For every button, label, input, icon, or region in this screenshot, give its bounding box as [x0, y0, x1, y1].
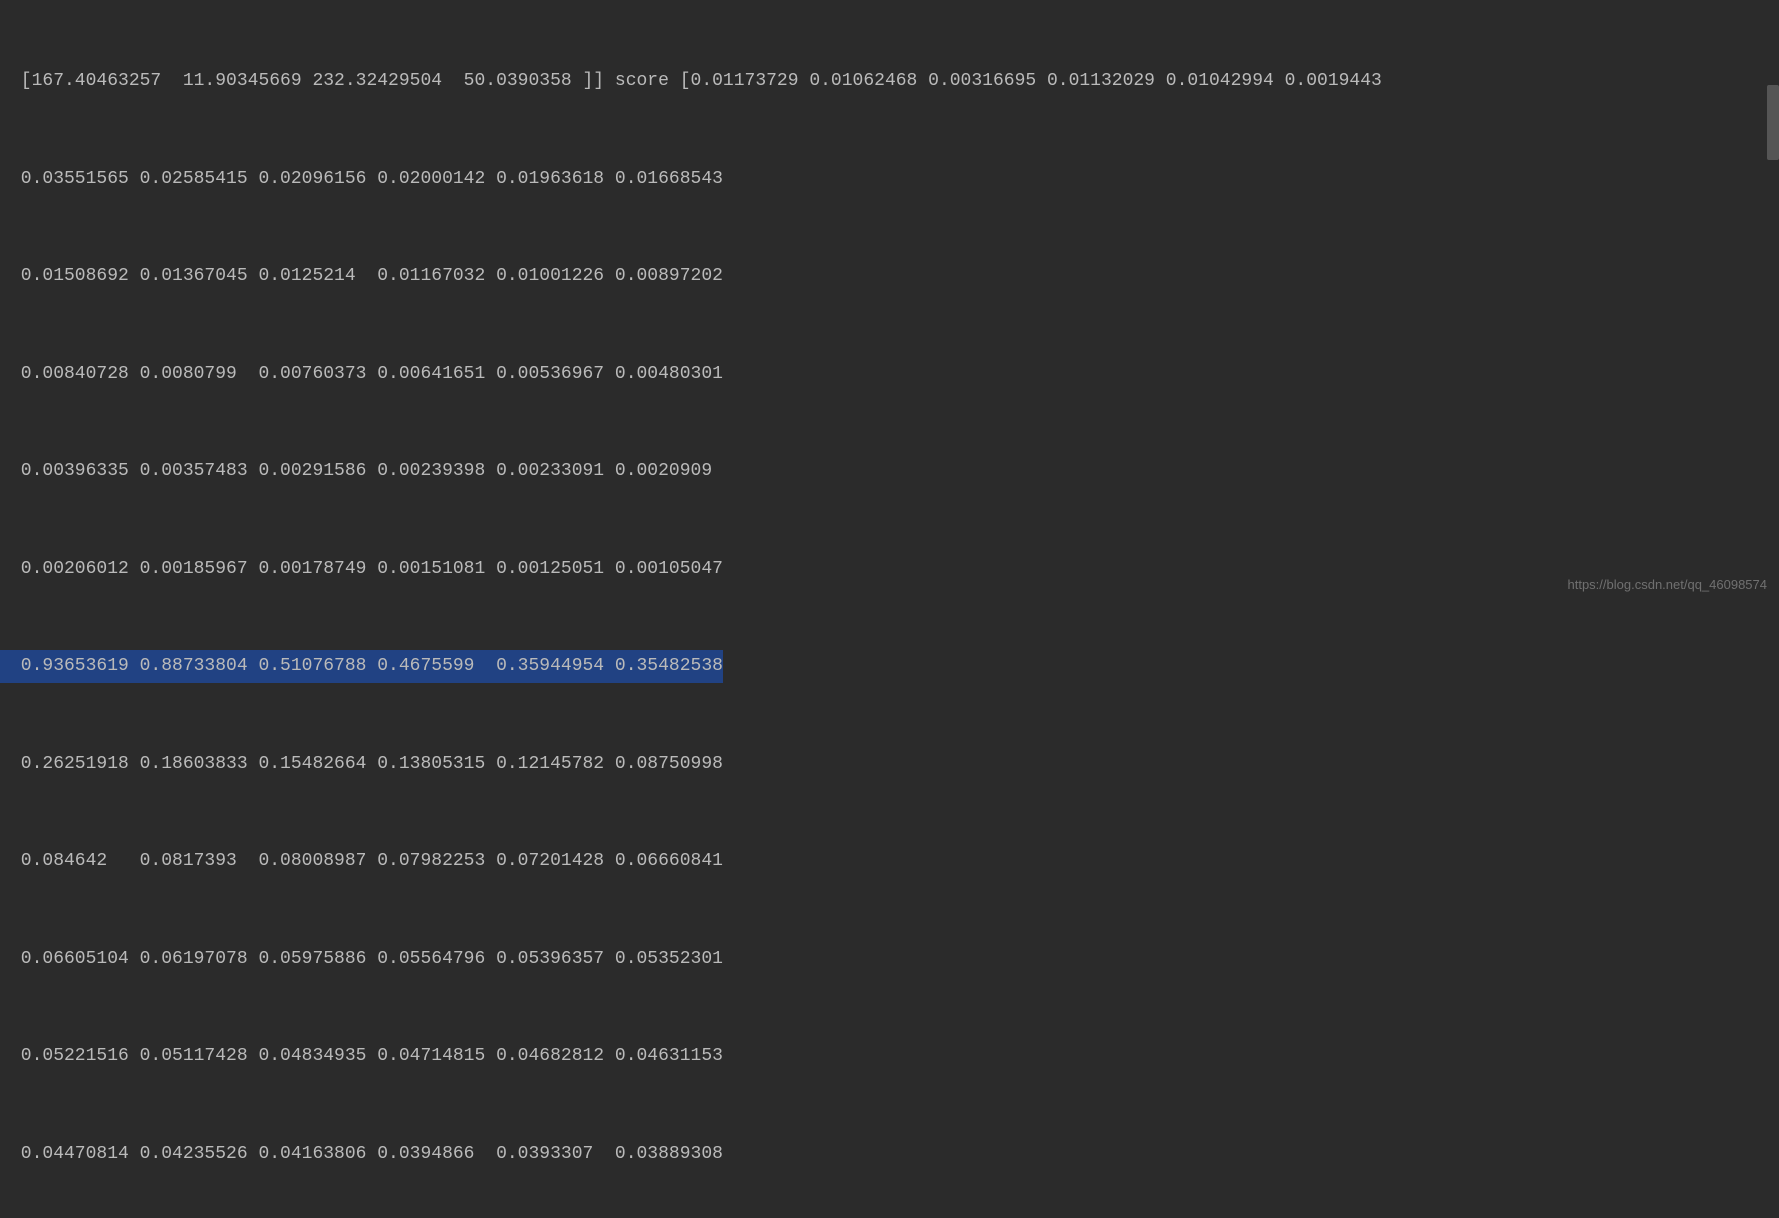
output-line: 0.00396335 0.00357483 0.00291586 0.00239… — [0, 455, 1779, 488]
output-line: 0.03551565 0.02585415 0.02096156 0.02000… — [0, 163, 1779, 196]
output-line: 0.26251918 0.18603833 0.15482664 0.13805… — [0, 748, 1779, 781]
scrollbar-thumb[interactable] — [1767, 85, 1779, 160]
output-line-highlighted[interactable]: 0.93653619 0.88733804 0.51076788 0.46755… — [0, 650, 1779, 683]
output-line: [167.40463257 11.90345669 232.32429504 5… — [0, 65, 1779, 98]
watermark-text: https://blog.csdn.net/qq_46098574 — [1568, 569, 1768, 602]
output-line: 0.04470814 0.04235526 0.04163806 0.03948… — [0, 1138, 1779, 1171]
output-line: 0.01508692 0.01367045 0.0125214 0.011670… — [0, 260, 1779, 293]
console-output[interactable]: [167.40463257 11.90345669 232.32429504 5… — [0, 0, 1779, 1218]
output-line: 0.05221516 0.05117428 0.04834935 0.04714… — [0, 1040, 1779, 1073]
output-line: 0.084642 0.0817393 0.08008987 0.07982253… — [0, 845, 1779, 878]
output-line: 0.06605104 0.06197078 0.05975886 0.05564… — [0, 943, 1779, 976]
output-line: 0.00840728 0.0080799 0.00760373 0.006416… — [0, 358, 1779, 391]
output-line: 0.00206012 0.00185967 0.00178749 0.00151… — [0, 553, 1779, 586]
